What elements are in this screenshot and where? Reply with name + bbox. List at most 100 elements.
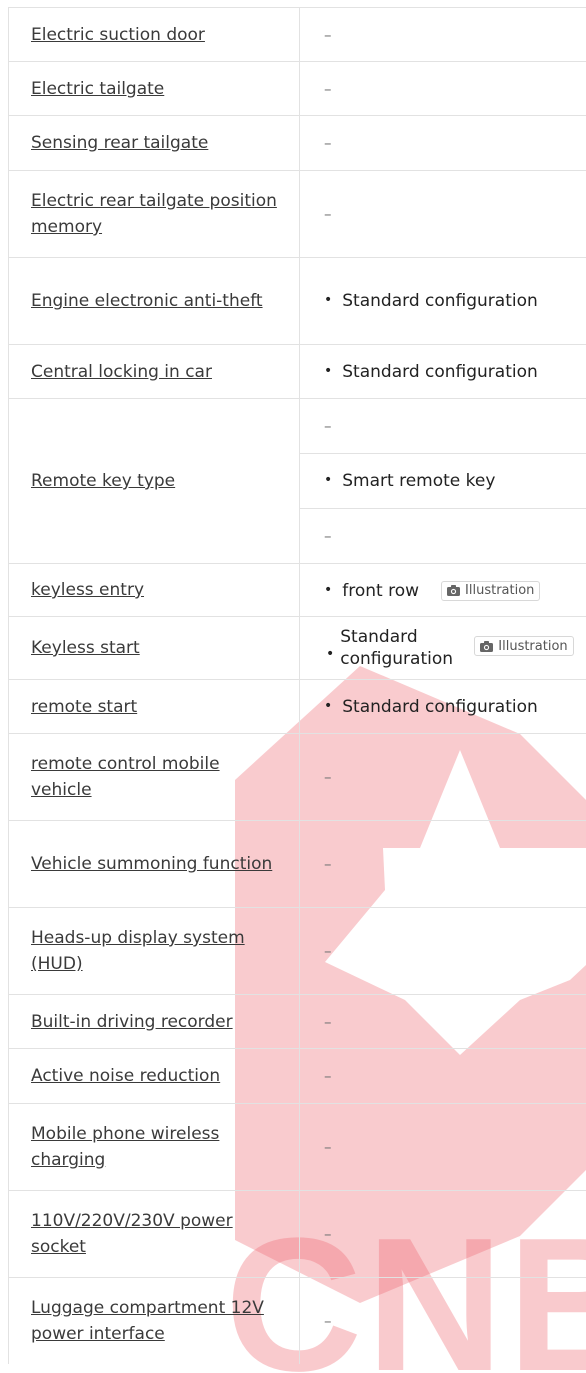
value-text: – (324, 1312, 332, 1330)
bullet-icon: • (324, 581, 333, 598)
table-row: Mobile phone wireless charging – (8, 1104, 586, 1191)
table-row: remote start • Standard configuration (8, 680, 586, 734)
value-text: – (324, 527, 332, 545)
feature-link-keyless-start[interactable]: Keyless start (31, 635, 140, 661)
feature-link-sensing-rear-tailgate[interactable]: Sensing rear tailgate (31, 130, 208, 156)
feature-link-vehicle-summoning-function[interactable]: Vehicle summoning function (31, 851, 272, 877)
table-row: Luggage compartment 12V power interface … (8, 1278, 586, 1364)
value-text: Standard configuration (340, 627, 454, 669)
illustration-button[interactable]: Illustration (474, 636, 574, 656)
table-row: Active noise reduction – (8, 1049, 586, 1104)
bullet-icon: • (324, 362, 333, 379)
value-text: – (324, 768, 332, 786)
label-cell: Keyless start (8, 617, 300, 679)
label-cell: keyless entry (8, 564, 300, 616)
feature-link-keyless-entry[interactable]: keyless entry (31, 577, 144, 603)
value-text: Standard configuration (342, 696, 538, 717)
value-cell: • front row Illustration (300, 564, 586, 616)
feature-link-central-locking-in-car[interactable]: Central locking in car (31, 359, 212, 385)
label-cell: Electric suction door (8, 8, 300, 61)
label-cell: 110V/220V/230V power socket (8, 1191, 300, 1277)
label-cell: Engine electronic anti-theft (8, 258, 300, 344)
feature-link-remote-control-mobile-vehicle[interactable]: remote control mobile vehicle (31, 751, 279, 803)
value-text: – (324, 134, 332, 152)
value-cell: – (300, 8, 586, 61)
feature-link-electric-tailgate[interactable]: Electric tailgate (31, 76, 164, 102)
feature-link-remote-key-type[interactable]: Remote key type (31, 468, 175, 494)
value-cell: • Standard configuration (300, 258, 586, 344)
table-row: remote control mobile vehicle – (8, 734, 586, 821)
feature-link-heads-up-display-system[interactable]: Heads-up display system (HUD) (31, 925, 279, 977)
table-row: Heads-up display system (HUD) – (8, 908, 586, 995)
label-cell: Built-in driving recorder (8, 995, 300, 1048)
value-cell: – (300, 1191, 586, 1277)
illustration-button[interactable]: Illustration (441, 580, 541, 601)
label-cell: Electric tailgate (8, 62, 300, 115)
value-text: – (324, 417, 332, 435)
value-cell: – (300, 734, 586, 820)
value-cell: – (300, 821, 586, 907)
feature-link-luggage-compartment-12v-power-interface[interactable]: Luggage compartment 12V power interface (31, 1295, 279, 1347)
table-row: keyless entry • front row Illustration (8, 564, 586, 617)
value-text: – (324, 79, 332, 98)
label-cell: Luggage compartment 12V power interface (8, 1278, 300, 1364)
table-row: 110V/220V/230V power socket – (8, 1191, 586, 1278)
value-text: Smart remote key (342, 471, 496, 491)
value-cell: – (300, 1278, 586, 1364)
table-row: Electric tailgate – (8, 62, 586, 116)
table-row: Electric suction door – (8, 8, 586, 62)
feature-link-active-noise-reduction[interactable]: Active noise reduction (31, 1063, 220, 1089)
value-text: – (324, 25, 332, 44)
value-cell: • Standard configuration (300, 680, 586, 733)
label-cell: Central locking in car (8, 345, 300, 398)
feature-link-mobile-phone-wireless-charging[interactable]: Mobile phone wireless charging (31, 1121, 279, 1173)
value-cell: • Standard configuration (300, 345, 586, 398)
table-row: Electric rear tailgate position memory – (8, 171, 586, 258)
label-cell: remote start (8, 680, 300, 733)
value-text: – (324, 1067, 332, 1085)
camera-icon (480, 640, 494, 652)
label-cell: Heads-up display system (HUD) (8, 908, 300, 994)
camera-icon (447, 585, 461, 596)
value-text: – (324, 205, 332, 223)
feature-link-electric-rear-tailgate-position-memory[interactable]: Electric rear tailgate position memory (31, 188, 279, 240)
table-row: Central locking in car • Standard configu… (8, 345, 586, 399)
value-text: – (324, 1138, 332, 1156)
label-cell: Sensing rear tailgate (8, 116, 300, 170)
value-text: Standard configuration (342, 361, 538, 382)
value-text: – (324, 1012, 332, 1031)
feature-link-built-in-driving-recorder[interactable]: Built-in driving recorder (31, 1009, 233, 1035)
table-row: Keyless start • Standard configuration I… (8, 617, 586, 680)
feature-link-engine-electronic-anti-theft[interactable]: Engine electronic anti-theft (31, 288, 263, 314)
configuration-table: Electric suction door – Electric tailgat… (8, 7, 586, 1364)
feature-link-power-socket[interactable]: 110V/220V/230V power socket (31, 1208, 279, 1260)
value-cell: • Standard configuration Illustration (300, 617, 586, 679)
bullet-icon: • (324, 292, 333, 308)
label-cell: Remote key type (8, 399, 300, 563)
label-cell: Vehicle summoning function (8, 821, 300, 907)
table-row: Built-in driving recorder – (8, 995, 586, 1049)
label-cell: Mobile phone wireless charging (8, 1104, 300, 1190)
label-cell: Active noise reduction (8, 1049, 300, 1103)
value-text: – (324, 942, 332, 960)
table-row: Sensing rear tailgate – (8, 116, 586, 171)
value-text: front row (342, 580, 420, 601)
value-cell: – (300, 995, 586, 1048)
feature-link-remote-start[interactable]: remote start (31, 694, 137, 720)
bullet-icon: • (324, 697, 333, 714)
table-row: Remote key type – • Smart remote key – (8, 399, 586, 564)
bullet-icon: • (324, 472, 333, 488)
value-cell: – (300, 116, 586, 170)
value-cell: – (300, 62, 586, 115)
value-cell: – • Smart remote key – (300, 399, 586, 563)
value-cell: – (300, 1049, 586, 1103)
table-row: Vehicle summoning function – (8, 821, 586, 908)
label-cell: Electric rear tailgate position memory (8, 171, 300, 257)
feature-link-electric-suction-door[interactable]: Electric suction door (31, 22, 205, 48)
table-row: Engine electronic anti-theft • Standard c… (8, 258, 586, 345)
value-cell: – (300, 171, 586, 257)
value-text: – (324, 855, 332, 873)
value-cell: – (300, 1104, 586, 1190)
value-cell: – (300, 908, 586, 994)
label-cell: remote control mobile vehicle (8, 734, 300, 820)
